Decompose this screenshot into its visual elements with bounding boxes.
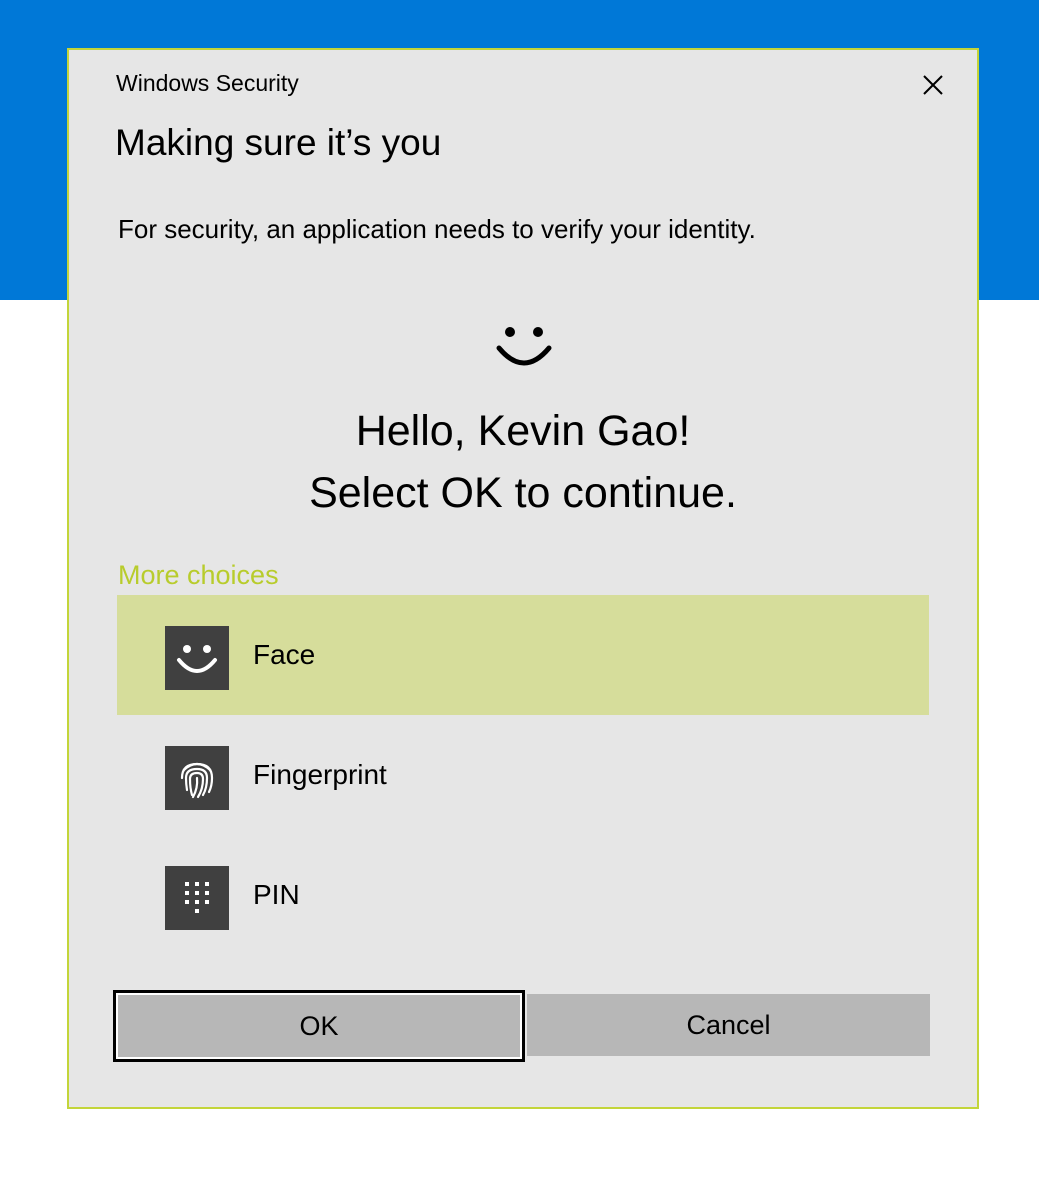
ok-button[interactable]: OK [113, 990, 525, 1062]
choice-face-label: Face [253, 639, 316, 670]
choice-face[interactable]: Face [117, 595, 929, 715]
more-choices-link[interactable]: More choices [118, 560, 279, 591]
dialog-description: For security, an application needs to ve… [118, 214, 756, 244]
choice-fingerprint[interactable]: Fingerprint [117, 715, 929, 835]
choice-pin[interactable]: PIN [117, 835, 929, 955]
cancel-button[interactable]: Cancel [527, 994, 930, 1056]
greeting-line-instruction: Select OK to continue. [309, 469, 737, 517]
fingerprint-icon [165, 746, 229, 810]
choice-pin-label: PIN [253, 879, 300, 910]
greeting-message: Hello, Kevin Gao! Select OK to continue. [69, 400, 977, 524]
greeting-line-name: Hello, Kevin Gao! [355, 407, 691, 455]
close-button[interactable] [915, 67, 951, 103]
window-title: Windows Security [116, 70, 299, 96]
choice-fingerprint-label: Fingerprint [253, 759, 387, 790]
dialog-heading: Making sure it’s you [115, 122, 442, 163]
face-recognition-icon [496, 327, 552, 366]
windows-security-dialog: Windows Security Making sure it’s you Fo… [67, 48, 979, 1109]
face-icon [165, 626, 229, 690]
close-icon [923, 75, 943, 95]
pin-keypad-icon [165, 866, 229, 930]
